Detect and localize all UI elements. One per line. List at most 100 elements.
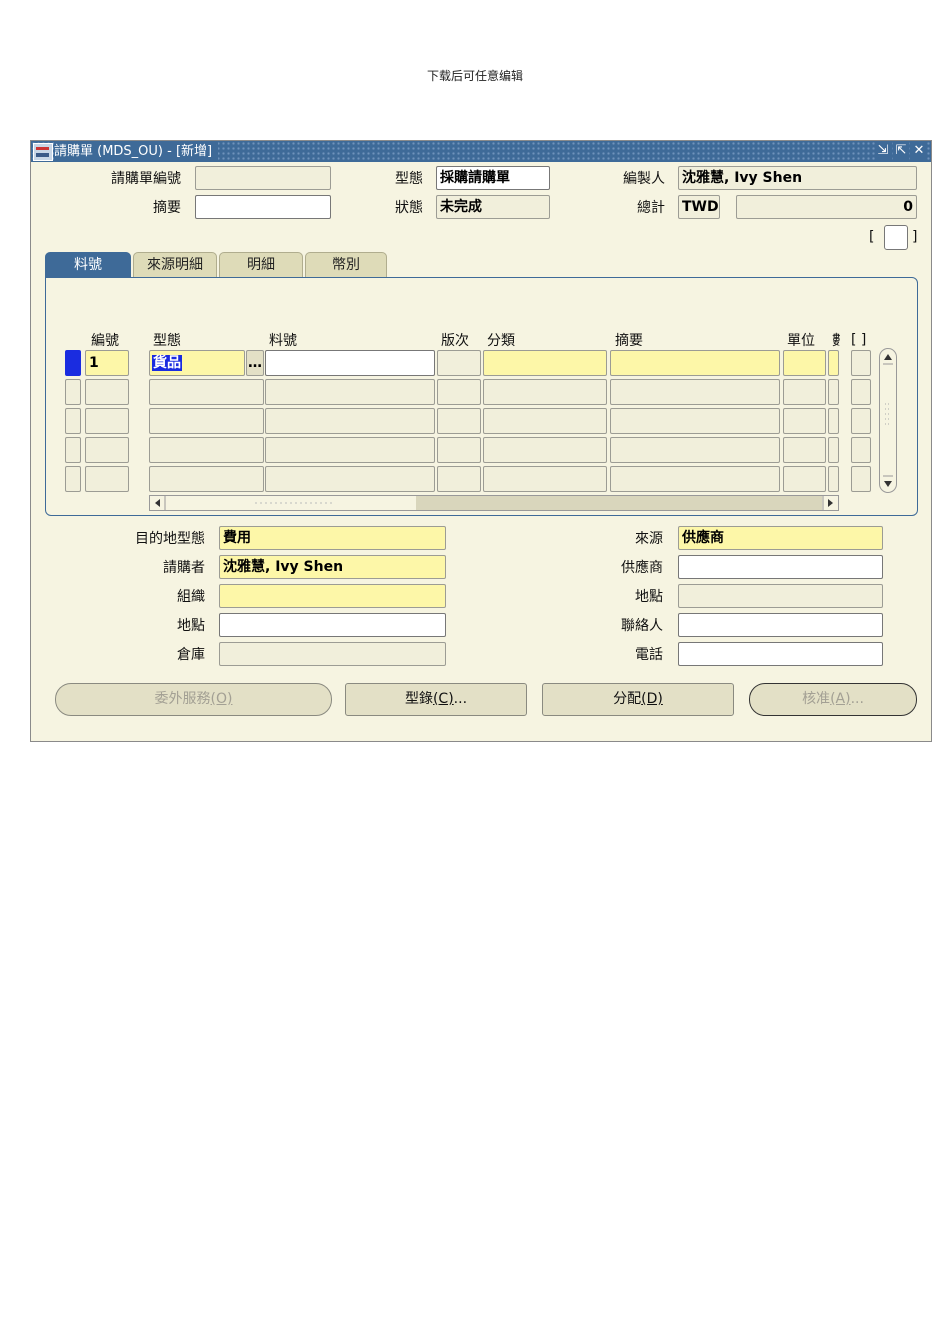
phone-label: 電話 (635, 647, 663, 663)
description-field[interactable] (195, 195, 331, 219)
line-flag-cell[interactable] (851, 466, 871, 492)
requester-field[interactable]: 沈雅慧, Ivy Shen (219, 555, 446, 579)
line-uom-cell[interactable] (783, 408, 826, 434)
organization-field[interactable] (219, 584, 446, 608)
hscroll-thumb[interactable] (416, 496, 822, 510)
subinventory-field[interactable] (219, 642, 446, 666)
col-header-item: 料號 (269, 333, 297, 349)
tab-details[interactable]: 明細 (219, 252, 303, 278)
row-selector[interactable] (65, 379, 81, 405)
line-rev-cell[interactable] (437, 437, 481, 463)
top-note: 下载后可任意编辑 (426, 69, 523, 83)
row-selector[interactable] (65, 466, 81, 492)
line-type-cell[interactable] (149, 437, 264, 463)
line-category-cell[interactable] (483, 350, 607, 376)
line-qty-cell[interactable] (828, 350, 839, 376)
req-number-field[interactable] (195, 166, 331, 190)
descriptive-flexfield[interactable] (884, 225, 908, 250)
line-description-cell[interactable] (610, 466, 780, 492)
preparer-field: 沈雅慧, Ivy Shen (678, 166, 917, 190)
tab-item[interactable]: 料號 (45, 252, 131, 278)
line-flag-cell[interactable] (851, 350, 871, 376)
line-num-cell[interactable] (85, 437, 129, 463)
line-qty-cell[interactable] (828, 379, 839, 405)
outside-services-button[interactable]: 委外服務(O) (55, 683, 332, 716)
line-description-cell[interactable] (610, 350, 780, 376)
line-uom-cell[interactable] (783, 437, 826, 463)
row-selector[interactable] (65, 350, 81, 376)
close-icon[interactable]: ✕ (911, 142, 927, 160)
line-num-cell[interactable] (85, 408, 129, 434)
line-item-cell[interactable] (265, 437, 435, 463)
line-description-cell[interactable] (610, 408, 780, 434)
line-category-cell[interactable] (483, 408, 607, 434)
line-flag-cell[interactable] (851, 408, 871, 434)
source-field[interactable]: 供應商 (678, 526, 883, 550)
lov-button[interactable]: … (246, 350, 264, 376)
line-rev-cell[interactable] (437, 379, 481, 405)
line-category-cell[interactable] (483, 379, 607, 405)
bracket-right: ] (912, 229, 918, 245)
supplier-site-label: 地點 (635, 589, 663, 605)
line-description-cell[interactable] (610, 379, 780, 405)
line-description-cell[interactable] (610, 437, 780, 463)
phone-field[interactable] (678, 642, 883, 666)
line-num-cell[interactable] (85, 466, 129, 492)
status-label: 狀態 (395, 200, 423, 216)
organization-label: 組織 (177, 589, 205, 605)
type-field[interactable]: 採購請購單 (436, 166, 550, 190)
line-uom-cell[interactable] (783, 350, 826, 376)
approve-button[interactable]: 核准(A)... (749, 683, 917, 716)
req-number-label: 請購單編號 (111, 171, 181, 187)
lines-horizontal-scrollbar[interactable] (149, 495, 839, 511)
distributions-label: 分配 (613, 691, 642, 707)
dest-type-label: 目的地型態 (135, 531, 205, 547)
dest-type-field[interactable]: 費用 (219, 526, 446, 550)
line-qty-cell[interactable] (828, 408, 839, 434)
contact-label: 聯絡人 (621, 618, 663, 634)
maximize-icon[interactable]: ⇱ (893, 142, 909, 160)
distributions-button[interactable]: 分配(D) (542, 683, 734, 716)
contact-field[interactable] (678, 613, 883, 637)
row-selector[interactable] (65, 408, 81, 434)
line-uom-cell[interactable] (783, 466, 826, 492)
line-rev-cell[interactable] (437, 466, 481, 492)
approve-hotkey: (A) (830, 691, 851, 707)
line-item-cell[interactable] (265, 350, 435, 376)
outside-services-hotkey: (O) (210, 691, 233, 707)
line-item-cell[interactable] (265, 408, 435, 434)
line-item-cell[interactable] (265, 379, 435, 405)
tab-source-details[interactable]: 來源明細 (133, 252, 217, 278)
line-num-cell[interactable] (85, 379, 129, 405)
line-type-cell[interactable] (149, 408, 264, 434)
supplier-field[interactable] (678, 555, 883, 579)
tab-currency[interactable]: 幣別 (305, 252, 387, 278)
line-rev-cell[interactable] (437, 350, 481, 376)
line-category-cell[interactable] (483, 466, 607, 492)
line-flag-cell[interactable] (851, 379, 871, 405)
outside-services-label: 委外服務 (154, 691, 211, 707)
line-qty-cell[interactable] (828, 437, 839, 463)
description-label: 摘要 (153, 200, 181, 216)
minimize-icon[interactable]: ⇲ (875, 142, 891, 160)
location-field[interactable] (219, 613, 446, 637)
requester-label: 請購者 (163, 560, 205, 576)
status-field: 未完成 (436, 195, 550, 219)
catalog-ellipsis: ... (453, 691, 468, 707)
bracket-left: [ (869, 229, 875, 245)
line-item-cell[interactable] (265, 466, 435, 492)
line-qty-cell[interactable] (828, 466, 839, 492)
line-type-cell[interactable] (149, 379, 264, 405)
line-rev-cell[interactable] (437, 408, 481, 434)
line-type-cell[interactable] (149, 466, 264, 492)
line-type-cell[interactable]: 貨品 (149, 350, 245, 376)
catalog-button[interactable]: 型錄(C)... (345, 683, 527, 716)
lines-vertical-scrollbar[interactable] (879, 348, 897, 493)
row-selector[interactable] (65, 437, 81, 463)
line-category-cell[interactable] (483, 437, 607, 463)
col-header-flag: [ ] (851, 332, 867, 348)
line-uom-cell[interactable] (783, 379, 826, 405)
line-flag-cell[interactable] (851, 437, 871, 463)
supplier-site-field[interactable] (678, 584, 883, 608)
line-num-cell[interactable]: 1 (85, 350, 129, 376)
